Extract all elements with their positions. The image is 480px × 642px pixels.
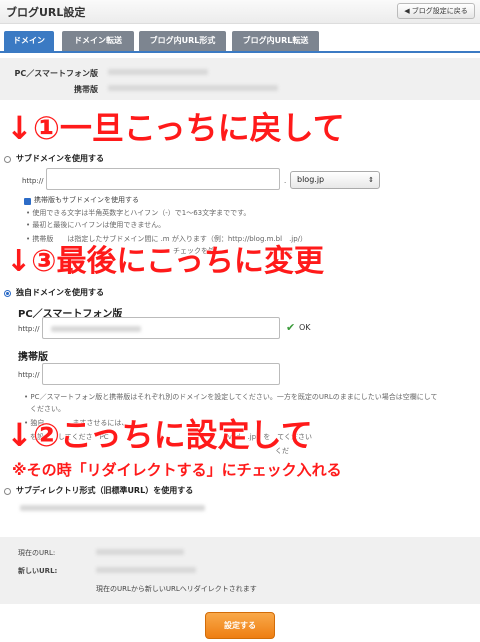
subdomain-note-1: • 使用できる文字は半角英数字とハイフン（-）で1〜63文字までです。	[26, 209, 251, 217]
subdomain-radio[interactable]	[4, 156, 11, 163]
annotation-step3: ↓③最後にこっちに変更	[6, 244, 324, 279]
domain-select[interactable]: blog.jp ⇕	[290, 171, 380, 189]
custom-domain-radio[interactable]	[4, 290, 11, 297]
redirect-current-url-blurred	[96, 549, 184, 555]
custom-domain-note-1: • PC／スマートフォン版と携帯版はそれぞれ別のドメインを設定してください。一方…	[24, 393, 438, 401]
redirect-new-url-blurred	[96, 567, 196, 573]
mobile-url-value-blurred	[108, 85, 278, 91]
annotation-step2: ↓②こっちに設定して	[6, 416, 313, 454]
mobile-subdomain-checkbox-label: 携帯版もサブドメインを使用する	[34, 196, 139, 204]
custom-domain-pc-input[interactable]	[42, 317, 280, 339]
custom-domain-mobile-heading: 携帯版	[18, 352, 48, 363]
subdirectory-url-blurred	[20, 505, 205, 511]
redirect-message: 現在のURLから新しいURLへリダイレクトされます	[96, 585, 257, 593]
redirect-current-label: 現在のURL:	[18, 549, 56, 557]
submit-button[interactable]: 設定する	[205, 612, 275, 639]
subdirectory-option-label: サブディレクトリ形式（旧標準URL）を使用する	[16, 486, 194, 495]
annotation-redirect-note: ※その時「リダイレクトする」にチェック入れる	[12, 461, 342, 479]
mobile-subdomain-checkbox[interactable]	[24, 198, 31, 205]
custom-domain-mobile-input[interactable]	[42, 363, 280, 385]
annotation-step1: ↓①一旦こっちに戻して	[6, 109, 345, 147]
subdirectory-radio[interactable]	[4, 488, 11, 495]
subdomain-input[interactable]	[46, 168, 280, 190]
mobile-url-label: 携帯版	[74, 85, 98, 94]
tab-blog-url-format[interactable]: ブログ内URL形式	[139, 31, 226, 51]
tab-domain-transfer[interactable]: ドメイン転送	[62, 31, 134, 51]
custom-domain-pc-prefix: http://	[18, 325, 40, 333]
custom-domain-pc-value-blurred	[51, 326, 141, 332]
check-icon: ✔	[286, 321, 296, 334]
back-to-blog-settings-button[interactable]: ◀ ブログ設定に戻る	[397, 3, 475, 19]
tab-blog-url-transfer[interactable]: ブログ内URL転送	[232, 31, 319, 51]
chevron-updown-icon: ⇕	[368, 176, 374, 184]
custom-domain-ok-label: OK	[299, 323, 311, 332]
subdomain-dot: .	[284, 177, 287, 185]
pc-url-value-blurred	[108, 69, 208, 75]
page-title: ブログURL設定	[6, 6, 86, 19]
subdomain-note-2: • 最初と最後にハイフンは使用できません。	[26, 221, 166, 229]
redirect-new-label: 新しいURL:	[18, 567, 58, 575]
domain-select-value: blog.jp	[297, 175, 325, 184]
subdomain-option-label: サブドメインを使用する	[16, 154, 104, 163]
custom-domain-mobile-prefix: http://	[18, 371, 40, 379]
subdomain-url-prefix: http://	[22, 177, 44, 185]
pc-url-label: PC／スマートフォン版	[14, 69, 99, 78]
custom-domain-option-label: 独自ドメインを使用する	[16, 288, 104, 297]
tab-domain[interactable]: ドメイン	[4, 31, 54, 51]
